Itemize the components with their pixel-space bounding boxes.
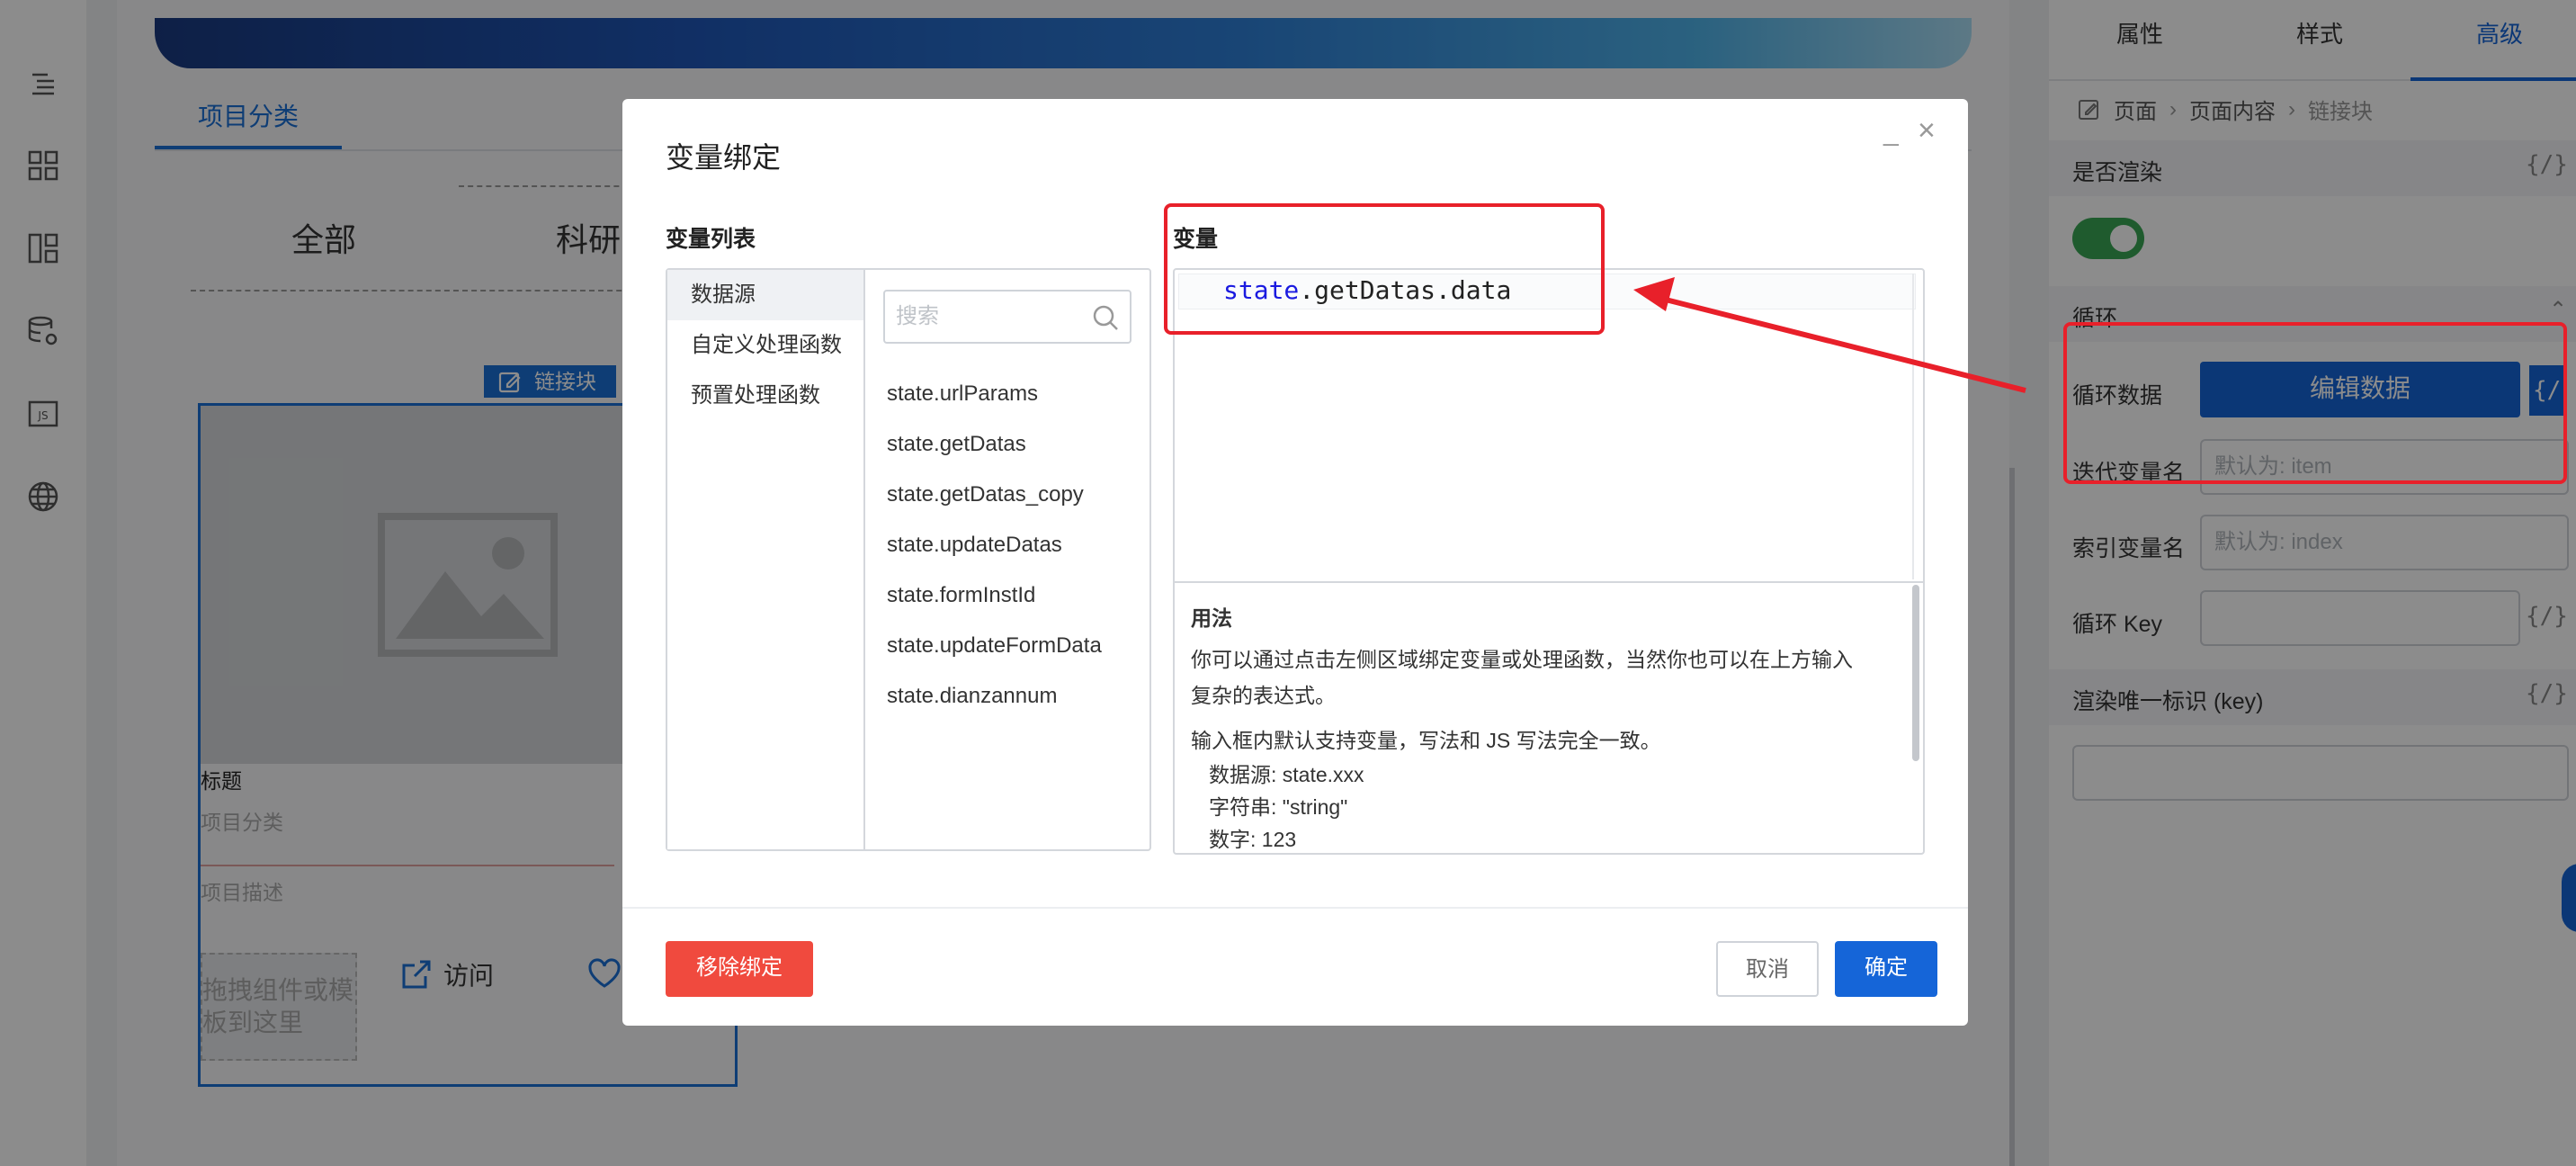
annotation-arrow bbox=[1633, 277, 2026, 393]
